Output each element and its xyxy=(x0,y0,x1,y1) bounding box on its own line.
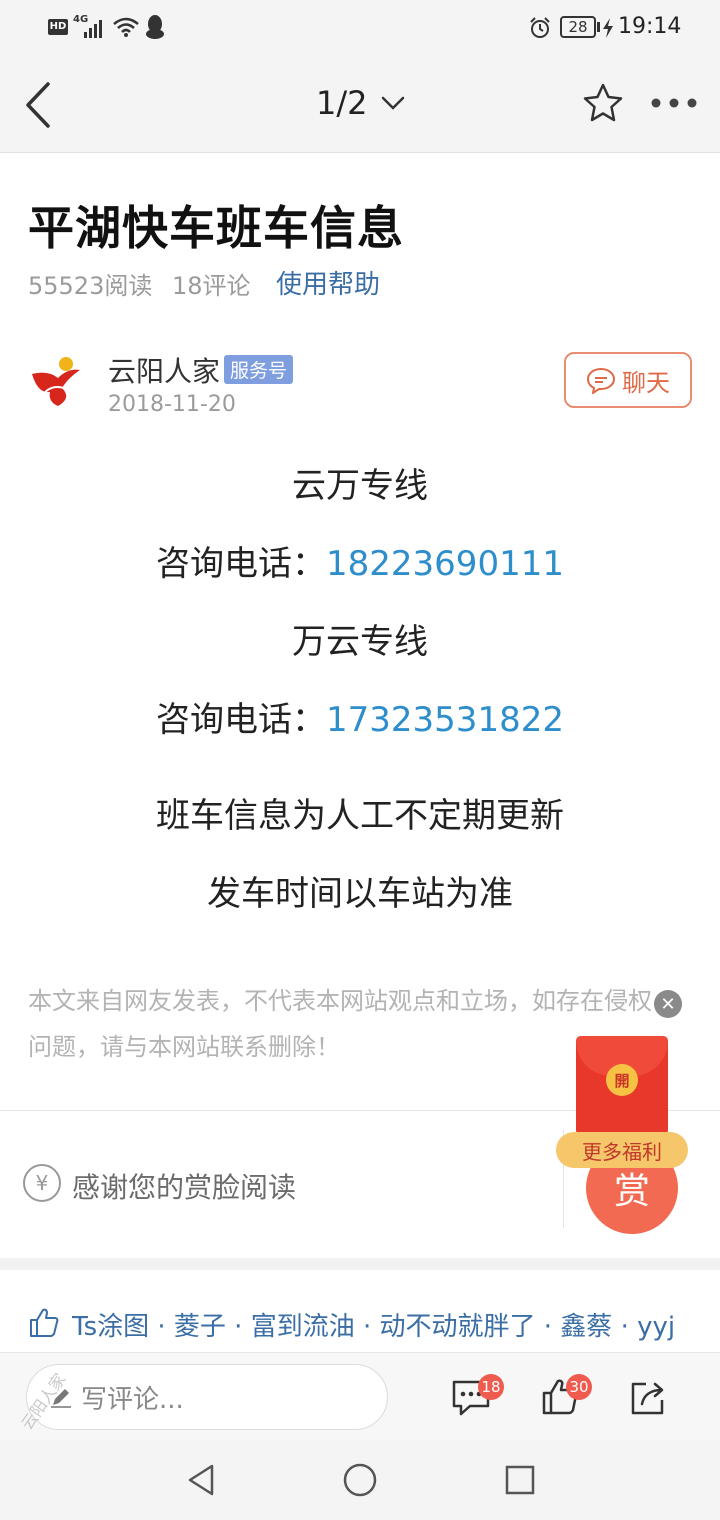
nav-home-icon[interactable] xyxy=(342,1462,378,1498)
chat-bubble-icon xyxy=(586,367,616,394)
comment-count: 18评论 xyxy=(172,272,251,300)
article-title: 平湖快车班车信息 xyxy=(28,201,404,255)
phone-link-2[interactable]: 17323531822 xyxy=(326,700,564,740)
battery-tip xyxy=(597,22,600,32)
red-packet[interactable]: 開 xyxy=(576,1036,668,1136)
author-name[interactable]: 云阳人家 xyxy=(108,350,220,390)
wifi-icon xyxy=(113,17,139,37)
liker-names[interactable]: Ts涂图 · 菱子 · 富到流油 · 动不动就胖了 · 鑫蔡 · yyj xyxy=(72,1306,702,1343)
more-icon[interactable] xyxy=(650,96,698,110)
red-packet-open[interactable]: 開 xyxy=(606,1064,638,1096)
yen-circle-icon: ¥ xyxy=(23,1164,61,1202)
contact-line-1: 咨询电话：18223690111 xyxy=(0,536,720,585)
status-bar: HD 4G 28 19:14 xyxy=(0,0,720,56)
hd-icon: HD xyxy=(48,19,68,35)
update-note: 班车信息为人工不定期更新 xyxy=(156,796,564,836)
chat-button-label: 聊天 xyxy=(622,368,670,397)
chat-button[interactable]: 聊天 xyxy=(564,352,692,408)
section-divider xyxy=(0,1258,720,1270)
route-title-2: 万云专线 xyxy=(292,622,428,662)
clock: 19:14 xyxy=(618,14,682,39)
reward-prompt: 感谢您的赏脸阅读 xyxy=(72,1171,297,1204)
yen-symbol: ¥ xyxy=(36,1171,49,1195)
read-count: 55523阅读 xyxy=(28,272,153,300)
charging-icon xyxy=(603,18,613,38)
contact-line-2: 咨询电话：17323531822 xyxy=(0,692,720,741)
route-title-1: 云万专线 xyxy=(292,466,428,506)
system-nav-bar xyxy=(0,1440,720,1520)
contact-label: 咨询电话： xyxy=(156,544,327,584)
service-badge: 服务号 xyxy=(224,355,294,384)
help-link[interactable]: 使用帮助 xyxy=(276,264,380,301)
contact-label: 咨询电话： xyxy=(156,700,327,740)
comment-input[interactable]: 写评论... xyxy=(26,1364,388,1430)
nav-recents-icon[interactable] xyxy=(504,1464,536,1496)
author-avatar-logo[interactable] xyxy=(28,354,84,410)
page-indicator[interactable]: 1/2 xyxy=(316,84,368,122)
close-icon[interactable]: ✕ xyxy=(654,990,682,1018)
alarm-icon xyxy=(530,17,550,38)
comment-placeholder: 写评论... xyxy=(81,1384,184,1415)
qq-icon xyxy=(146,15,164,39)
back-arrow-icon[interactable] xyxy=(20,80,56,130)
thumbs-up-icon xyxy=(30,1308,59,1337)
comment-count-badge: 18 xyxy=(478,1374,504,1400)
top-nav-bar: 1/2 xyxy=(0,56,720,153)
nav-back-icon[interactable] xyxy=(184,1462,218,1498)
share-icon[interactable] xyxy=(628,1378,668,1418)
disclaimer-text: 本文来自网友发表，不代表本网站观点和立场，如存在侵权问题，请与本网站联系删除！ xyxy=(28,987,652,1061)
departure-note: 发车时间以车站为准 xyxy=(207,874,513,914)
like-count-badge: 30 xyxy=(566,1374,592,1400)
battery-icon: 28 xyxy=(560,16,596,38)
chevron-down-icon[interactable] xyxy=(380,94,406,112)
publish-date: 2018-11-20 xyxy=(108,392,236,417)
star-icon[interactable] xyxy=(582,82,624,124)
more-benefits-label[interactable]: 更多福利 xyxy=(556,1132,688,1168)
signal-icon xyxy=(84,20,102,38)
phone-link-1[interactable]: 18223690111 xyxy=(326,544,564,584)
